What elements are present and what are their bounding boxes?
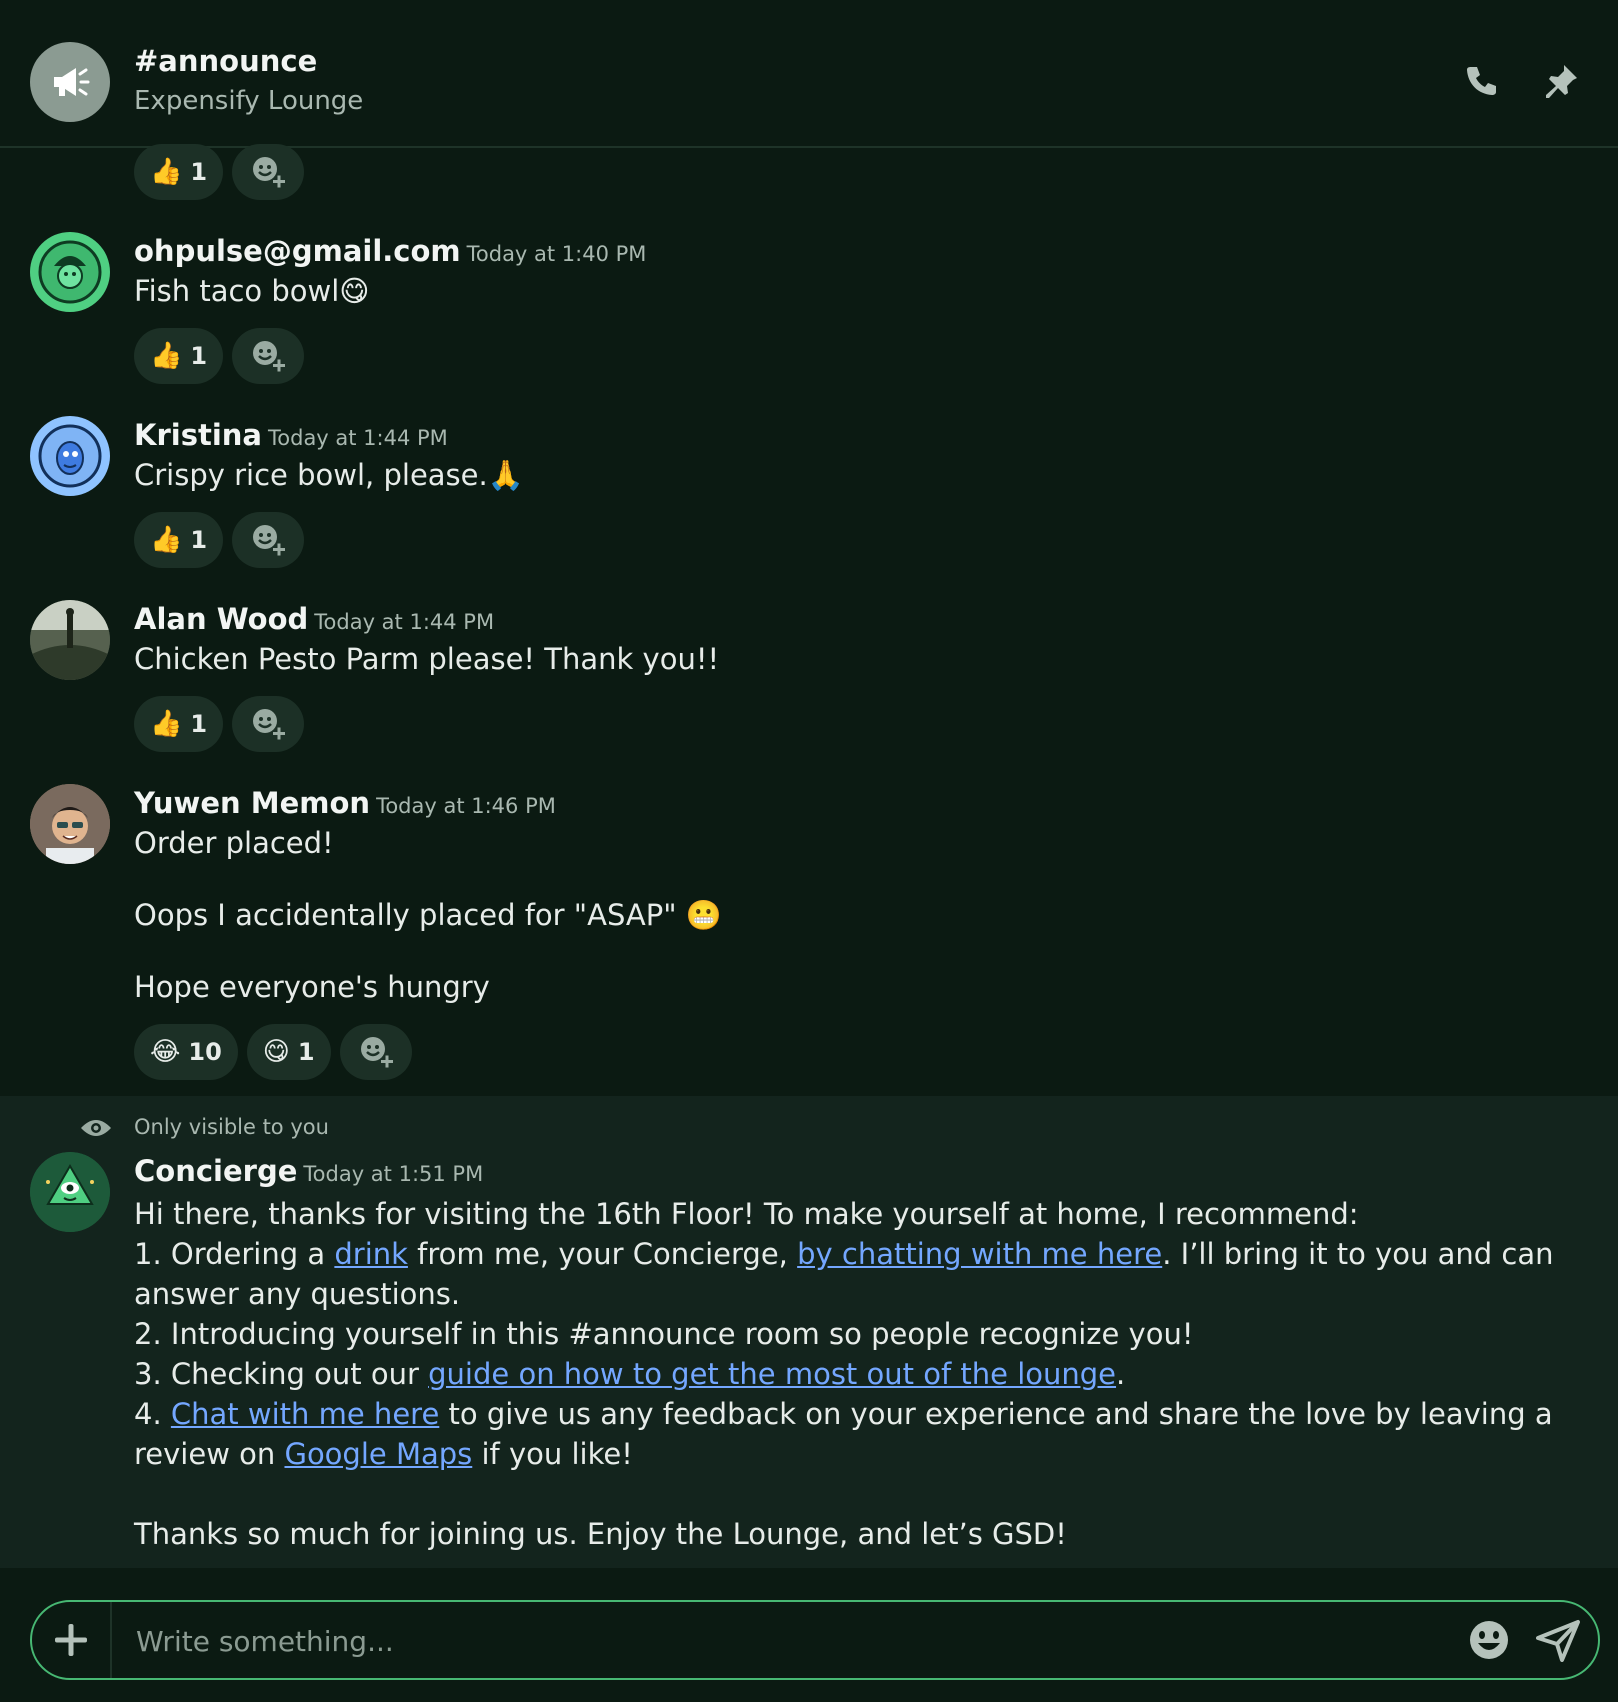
- text-span: 4.: [134, 1397, 171, 1431]
- message-text: Fish taco bowl😋: [134, 274, 370, 308]
- message-text: Oops I accidentally placed for "ASAP" 😬: [134, 898, 722, 932]
- thumbs-up-icon: 👍: [150, 709, 183, 739]
- reaction-bar: 👍 1: [134, 328, 305, 384]
- channel-title[interactable]: #announce: [134, 44, 317, 78]
- message-header: Kristina Today at 1:44 PM: [134, 418, 448, 452]
- text-span: 3. Checking out our: [134, 1357, 429, 1391]
- message-header: Concierge Today at 1:51 PM: [134, 1154, 483, 1188]
- timestamp: Today at 1:44 PM: [268, 426, 448, 450]
- reaction-laughing[interactable]: 😂 10: [134, 1024, 238, 1080]
- concierge-message-body: Hi there, thanks for visiting the 16th F…: [134, 1194, 1594, 1554]
- reaction-thumbs-up[interactable]: 👍 1: [134, 144, 224, 200]
- reaction-count: 1: [190, 710, 208, 738]
- list-item: 3. Checking out our guide on how to get …: [134, 1354, 1594, 1394]
- laughing-emoji-icon: 😂: [150, 1037, 181, 1067]
- message-header: ohpulse@gmail.com Today at 1:40 PM: [134, 234, 646, 268]
- message-text: Chicken Pesto Parm please! Thank you!!: [134, 642, 720, 676]
- reaction-count: 1: [190, 342, 208, 370]
- reaction-bar: 👍 1: [134, 512, 305, 568]
- message-text: Hope everyone's hungry: [134, 970, 490, 1004]
- avatar[interactable]: [30, 416, 110, 496]
- thumbs-up-icon: 👍: [150, 341, 183, 371]
- message-text: Crispy rice bowl, please.🙏: [134, 458, 524, 492]
- reaction-bar: 😂 10 😋 1: [134, 1024, 412, 1080]
- google-maps-link[interactable]: Google Maps: [284, 1437, 472, 1471]
- message-input[interactable]: [134, 1612, 1438, 1670]
- send-icon: [1536, 1620, 1580, 1662]
- reaction-count: 1: [190, 158, 208, 186]
- avatar[interactable]: [30, 1152, 110, 1232]
- pin-icon[interactable]: [1538, 58, 1584, 104]
- reaction-bar: 👍 1: [134, 696, 305, 752]
- message-header: Yuwen Memon Today at 1:46 PM: [134, 786, 556, 820]
- channel-header: #announce Expensify Lounge: [0, 0, 1618, 148]
- plus-icon: [55, 1624, 87, 1656]
- reaction-count: 1: [297, 1038, 315, 1066]
- add-emoji-icon: [253, 709, 286, 740]
- author-name[interactable]: Alan Wood: [134, 602, 308, 636]
- smiley-icon: [1470, 1621, 1508, 1659]
- author-name[interactable]: Kristina: [134, 418, 262, 452]
- chat-with-concierge-link[interactable]: by chatting with me here: [797, 1237, 1162, 1271]
- message-text: Order placed!: [134, 826, 334, 860]
- timestamp: Today at 1:44 PM: [314, 610, 495, 634]
- avatar[interactable]: [30, 784, 110, 864]
- add-emoji-icon: [253, 525, 286, 556]
- message-text: Hi there, thanks for visiting the 16th F…: [134, 1197, 1359, 1231]
- timestamp: Today at 1:51 PM: [303, 1162, 484, 1186]
- message-composer: [30, 1600, 1600, 1680]
- add-reaction-button[interactable]: [232, 696, 305, 752]
- add-emoji-icon: [253, 341, 286, 372]
- add-reaction-button[interactable]: [232, 144, 305, 200]
- reaction-bar: 👍 1: [134, 144, 305, 200]
- add-attachment-button[interactable]: [32, 1602, 112, 1678]
- megaphone-icon[interactable]: [30, 42, 110, 122]
- thumbs-up-icon: 👍: [150, 525, 183, 555]
- add-emoji-icon: [360, 1037, 393, 1068]
- emoji-picker-button[interactable]: [1468, 1619, 1510, 1661]
- list-item: 1. Ordering a drink from me, your Concie…: [134, 1234, 1594, 1314]
- lounge-guide-link[interactable]: guide on how to get the most out of the …: [428, 1357, 1116, 1391]
- reaction-count: 1: [190, 526, 208, 554]
- feedback-chat-link[interactable]: Chat with me here: [171, 1397, 439, 1431]
- reaction-count: 10: [188, 1038, 222, 1066]
- list-item: 2. Introducing yourself in this #announc…: [134, 1317, 1194, 1351]
- timestamp: Today at 1:46 PM: [376, 794, 556, 818]
- text-span: .: [1116, 1357, 1126, 1391]
- list-item: 4. Chat with me here to give us any feed…: [134, 1394, 1594, 1474]
- message-header: Alan Wood Today at 1:44 PM: [134, 602, 494, 636]
- add-reaction-button[interactable]: [339, 1024, 412, 1080]
- reaction-yum[interactable]: 😋 1: [246, 1024, 331, 1080]
- yum-emoji-icon: 😋: [262, 1037, 290, 1067]
- reaction-thumbs-up[interactable]: 👍 1: [134, 512, 224, 568]
- text-span: if you like!: [472, 1437, 633, 1471]
- reaction-thumbs-up[interactable]: 👍 1: [134, 696, 224, 752]
- phone-icon[interactable]: [1458, 58, 1504, 104]
- text-span: from me, your Concierge,: [407, 1237, 798, 1271]
- thumbs-up-icon: 👍: [150, 157, 183, 187]
- eye-icon: [80, 1118, 112, 1142]
- avatar[interactable]: [30, 232, 110, 312]
- author-name[interactable]: Yuwen Memon: [134, 786, 370, 820]
- reaction-thumbs-up[interactable]: 👍 1: [134, 328, 224, 384]
- text-span: 1. Ordering a: [134, 1237, 335, 1271]
- send-button[interactable]: [1536, 1618, 1580, 1662]
- add-reaction-button[interactable]: [232, 512, 305, 568]
- timestamp: Today at 1:40 PM: [466, 242, 647, 266]
- visibility-note: Only visible to you: [134, 1115, 329, 1139]
- add-emoji-icon: [253, 157, 286, 188]
- drink-link[interactable]: drink: [334, 1237, 408, 1271]
- author-name[interactable]: Concierge: [134, 1154, 297, 1188]
- avatar[interactable]: [30, 600, 110, 680]
- workspace-name: Expensify Lounge: [134, 86, 364, 116]
- author-name[interactable]: ohpulse@gmail.com: [134, 234, 461, 268]
- add-reaction-button[interactable]: [232, 328, 305, 384]
- message-text: Thanks so much for joining us. Enjoy the…: [134, 1517, 1067, 1551]
